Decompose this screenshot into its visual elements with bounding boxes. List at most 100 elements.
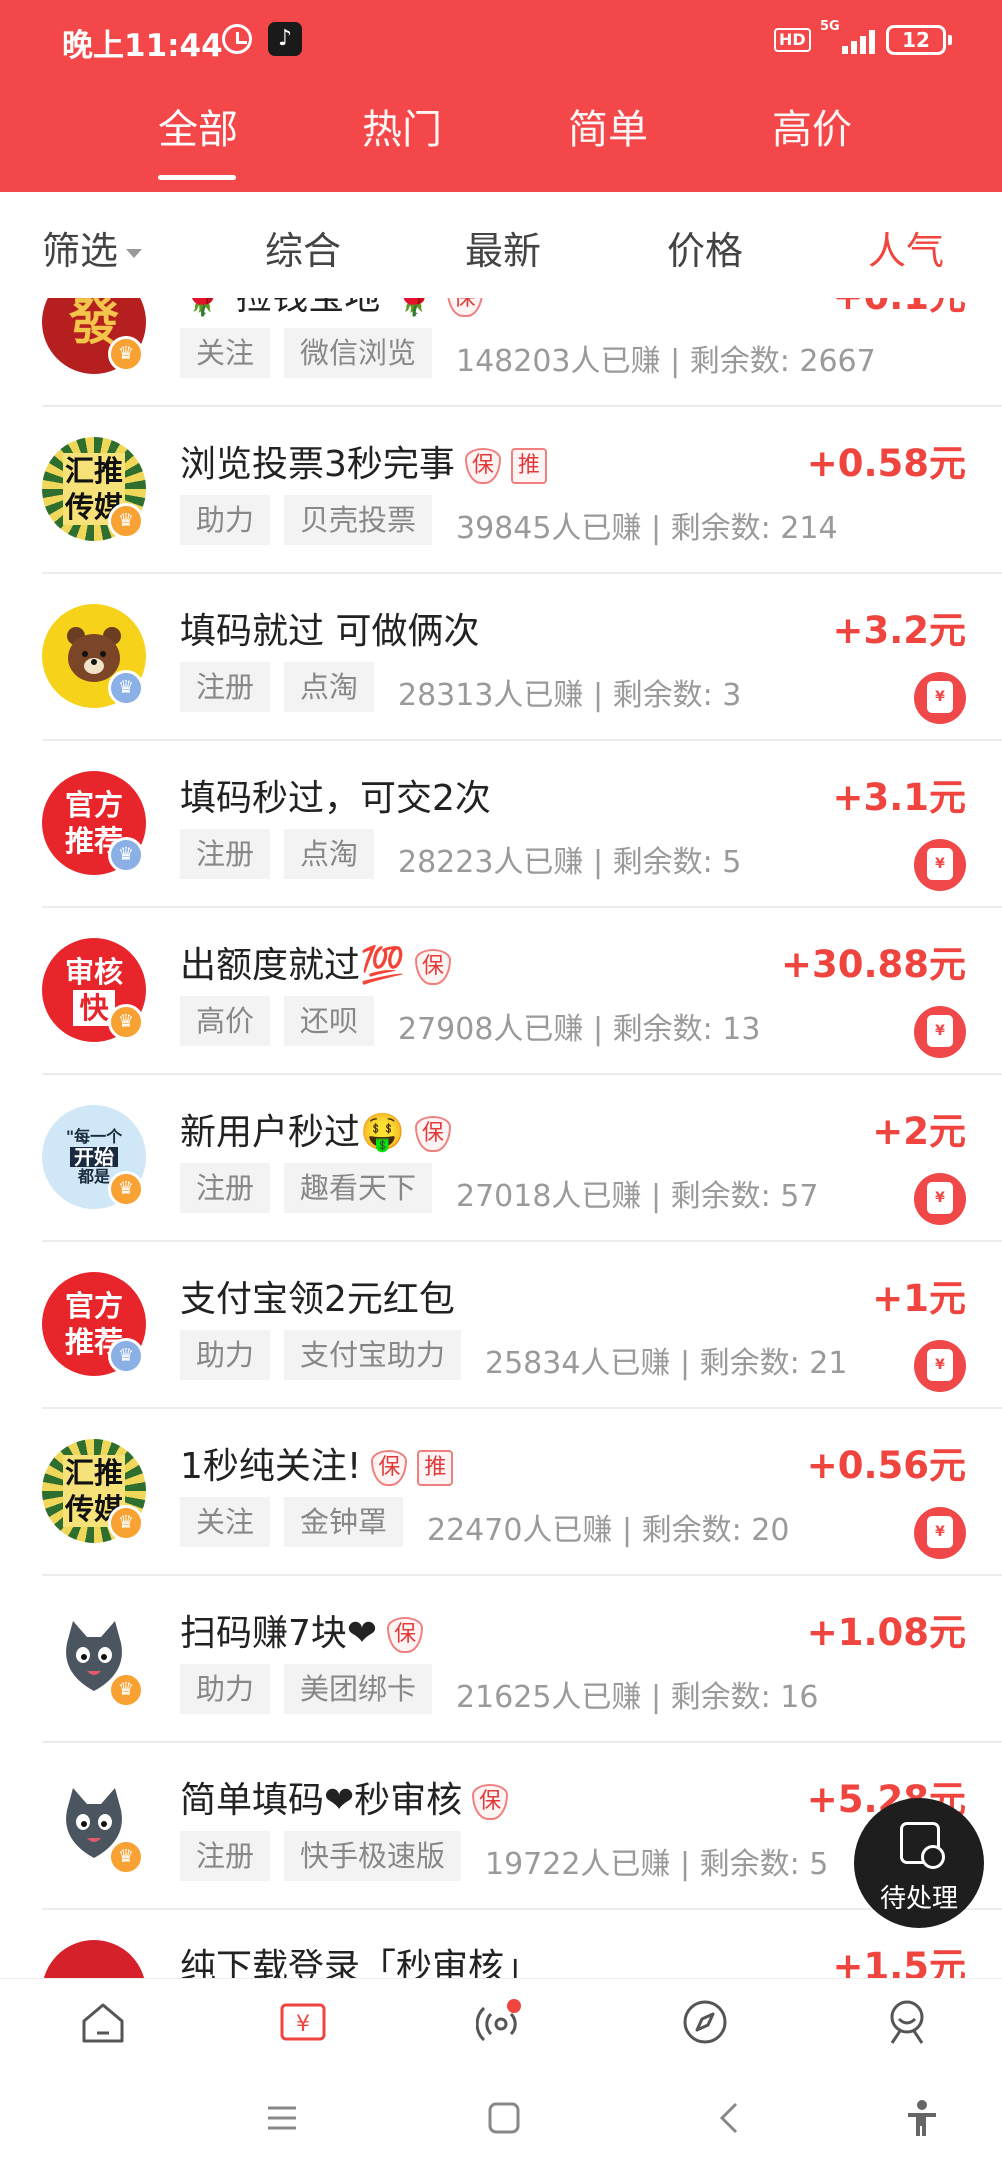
task-title: 新用户秒过🤑 保 [180,1103,451,1155]
task-title-text: 填码就过 可做俩次 [180,611,480,652]
task-row[interactable]: 简单填码❤秒审核保+5.28元注册快手极速版19722人已赚 | 剩余数: 5 [0,1743,1002,1910]
recommend-icon: 推 [510,448,547,484]
task-price: +0.58元 [806,442,966,485]
task-stats: 27908人已赚 | 剩余数: 13 [398,1004,760,1048]
earned-count: 21625人已赚 [456,1680,642,1715]
task-type-tag: 注册 [180,1831,271,1881]
task-stats: 27018人已赚 | 剩余数: 57 [456,1171,818,1215]
task-row[interactable]: 填码就过 可做俩次 +3.2元注册点淘 28313人已赚 | 剩余数: 3 [0,574,1002,741]
task-type-tag: 助力 [180,495,271,545]
remaining-count: 剩余数: 57 [670,1179,819,1214]
task-type-tag: 高价 [180,996,271,1046]
task-price: +0.56元 [806,1444,966,1487]
red-packet-icon [914,1173,966,1225]
battery-icon: 12 [886,25,952,55]
task-title-text: 支付宝领2元红包 [180,1279,455,1320]
tab-all[interactable]: 全部 [158,95,238,165]
task-title: 支付宝领2元红包 [180,1270,455,1322]
hd-icon: HD [774,28,811,52]
task-row[interactable]: 汇推传媒浏览投票3秒完事保推+0.58元助力贝壳投票39845人已赚 | 剩余数… [0,407,1002,574]
task-stats: 148203人已赚 | 剩余数: 2667 [456,336,876,380]
task-title-text: 浏览投票3秒完事 [180,444,455,485]
task-list[interactable]: 發🌹 捡钱宝地 🌹保+0.1元关注微信浏览148203人已赚 | 剩余数: 26… [0,298,1002,1978]
red-packet-icon [914,1340,966,1392]
sort-price[interactable]: 价格 [667,220,743,275]
earned-count: 27908人已赚 [398,1012,584,1047]
menu-icon[interactable] [262,2098,302,2138]
back-icon[interactable] [710,2098,750,2138]
home-icon[interactable] [78,1997,128,2047]
task-app-tag: 点淘 [284,829,375,879]
task-title-text: 出额度就过💯 [180,945,405,986]
stats-separator: | [583,678,613,713]
task-title: 填码就过 可做俩次 [180,602,479,654]
live-icon[interactable] [476,1997,526,2047]
task-type-tag: 助力 [180,1330,271,1380]
accessibility-icon[interactable] [902,2098,942,2138]
task-row[interactable]: "每一个开始都是新用户秒过🤑保+2元注册趣看天下27018人已赚 | 剩余数: … [0,1075,1002,1242]
task-row[interactable]: 扫码赚7块❤保 +1.08元助力美团绑卡 21625人已赚 | 剩余数: 16 [0,1576,1002,1743]
guarantee-icon: 保 [371,1450,408,1486]
sort-comprehensive[interactable]: 综合 [265,220,341,275]
guarantee-icon: 保 [464,448,501,484]
task-stats: 21625人已赚 | 剩余数: 16 [456,1672,818,1716]
remaining-count: 剩余数: 20 [641,1513,790,1548]
tab-simple[interactable]: 简单 [568,95,648,165]
home-square-icon[interactable] [484,2098,524,2138]
sort-popularity[interactable]: 人气 [868,220,944,275]
active-tab-indicator [158,175,236,180]
remaining-count: 剩余数: 16 [670,1680,819,1715]
remaining-count: 剩余数: 21 [699,1346,848,1381]
filter-button[interactable]: 筛选 [42,220,143,275]
task-app-tag: 金钟罩 [284,1497,404,1547]
earn-icon[interactable]: ¥ [278,1997,328,2047]
category-tabs: 全部 热门 简单 高价 [0,95,1002,192]
sort-latest[interactable]: 最新 [465,220,541,275]
task-row[interactable]: 發🌹 捡钱宝地 🌹保+0.1元关注微信浏览148203人已赚 | 剩余数: 26… [0,298,1002,407]
pending-button[interactable]: 待处理 [854,1798,984,1928]
stats-separator: | [670,1346,700,1381]
task-row[interactable]: 纯下载登录「秒审核」 +1.5元 [0,1910,1002,1978]
crown-badge-icon [108,670,144,706]
tab-hot[interactable]: 热门 [362,95,442,165]
crown-badge-icon [108,1839,144,1875]
task-app-tag: 微信浏览 [284,328,433,378]
task-stats: 28313人已赚 | 剩余数: 3 [398,670,741,714]
tab-high-price[interactable]: 高价 [772,95,852,165]
remaining-count: 剩余数: 2667 [689,344,876,379]
task-row[interactable]: 官方推荐填码秒过，可交2次+3.1元注册点淘28223人已赚 | 剩余数: 5 [0,741,1002,908]
task-title: 🌹 捡钱宝地 🌹 保 [180,298,483,320]
profile-icon[interactable] [882,1997,932,2047]
stats-separator: | [660,344,690,379]
guarantee-icon: 保 [472,1784,509,1820]
task-row[interactable]: 官方推荐支付宝领2元红包+1元助力支付宝助力25834人已赚 | 剩余数: 21 [0,1242,1002,1409]
earned-count: 148203人已赚 [456,344,661,379]
svg-text:¥: ¥ [296,2012,310,2037]
task-title-text: 填码秒过，可交2次 [180,778,491,819]
earned-count: 28223人已赚 [398,845,584,880]
stats-separator: | [583,1012,613,1047]
task-title-text: 纯下载登录「秒审核」 [180,1947,541,1978]
crown-badge-icon [108,1171,144,1207]
status-bar: 晚上11:44 ♪ HD 5G 12 [0,0,1002,80]
bottom-nav: ¥ [0,1978,1002,2058]
task-type-tag: 注册 [180,829,271,879]
guarantee-icon: 保 [414,949,451,985]
stats-separator: | [641,1179,671,1214]
crown-badge-icon [108,1672,144,1708]
task-price: +1.08元 [806,1611,966,1654]
discover-icon[interactable] [680,1997,730,2047]
task-price: +2元 [872,1110,966,1153]
earned-count: 39845人已赚 [456,511,642,546]
crown-badge-icon [108,1505,144,1541]
task-title-text: 扫码赚7块❤ [180,1613,378,1654]
crown-badge-icon [108,1338,144,1374]
task-row[interactable]: 汇推传媒1秒纯关注!保推+0.56元关注金钟罩22470人已赚 | 剩余数: 2… [0,1409,1002,1576]
recommend-icon: 推 [417,1450,454,1486]
task-row[interactable]: 审核快出额度就过💯保+30.88元高价还呗27908人已赚 | 剩余数: 13 [0,908,1002,1075]
filter-label: 筛选 [42,229,119,273]
red-packet-icon [914,1507,966,1559]
task-app-tag: 快手极速版 [284,1831,462,1881]
stats-separator: | [641,511,671,546]
guarantee-icon: 保 [387,1617,424,1653]
